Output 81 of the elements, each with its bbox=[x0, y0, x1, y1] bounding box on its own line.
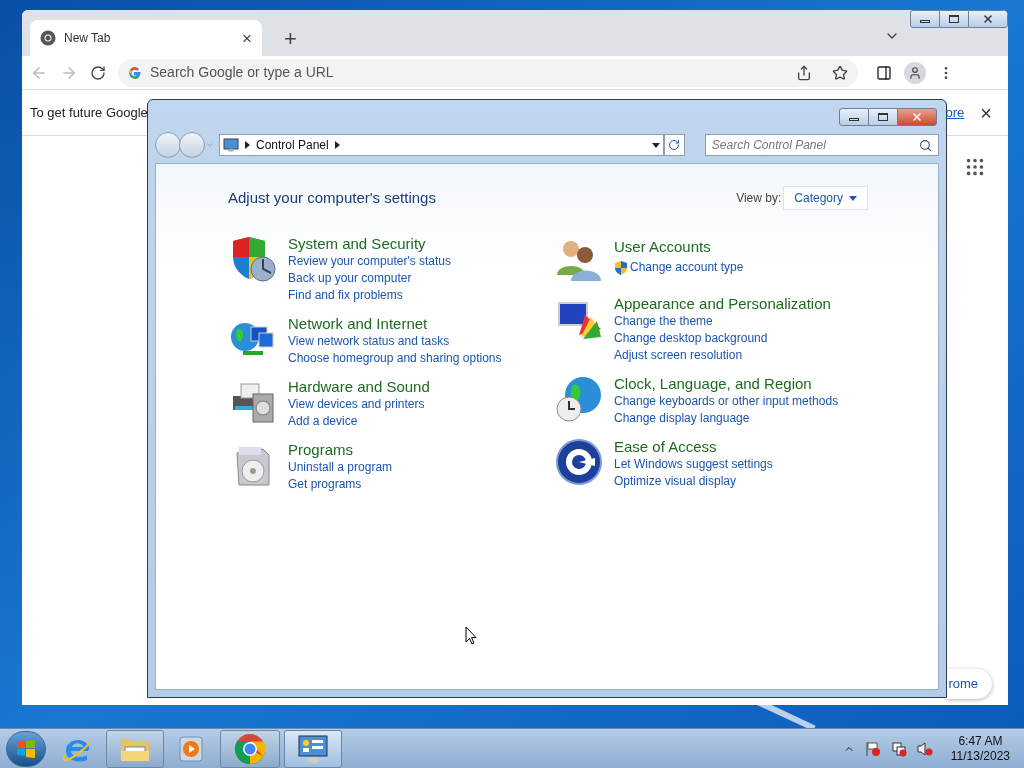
task-link[interactable]: Adjust screen resolution bbox=[614, 347, 743, 364]
minimize-button[interactable] bbox=[910, 10, 940, 28]
windows-logo-icon bbox=[16, 738, 36, 759]
task-link[interactable]: Change desktop background bbox=[614, 330, 768, 347]
maximize-button[interactable] bbox=[940, 10, 968, 28]
new-tab-button[interactable]: + bbox=[284, 28, 297, 50]
task-link[interactable]: Back up your computer bbox=[288, 270, 412, 287]
side-panel-icon[interactable] bbox=[876, 64, 892, 81]
category-title-link[interactable]: Hardware and Sound bbox=[288, 377, 430, 396]
clock[interactable]: 6:47 AM 11/13/2023 bbox=[942, 733, 1018, 764]
minimize-button[interactable] bbox=[839, 108, 869, 126]
apps-grid-icon[interactable] bbox=[964, 156, 986, 178]
task-link[interactable]: Get programs bbox=[288, 476, 362, 493]
task-link[interactable]: Change display language bbox=[614, 410, 750, 427]
task-link[interactable]: Change the theme bbox=[614, 313, 713, 330]
chrome-icon bbox=[234, 732, 266, 765]
omnibox[interactable]: Search Google or type a URL bbox=[118, 58, 858, 87]
customize-chrome-button[interactable]: rome bbox=[946, 669, 992, 699]
google-g-icon bbox=[128, 65, 142, 80]
profile-avatar[interactable] bbox=[904, 61, 926, 84]
info-bar-text: To get future Google bbox=[30, 103, 148, 122]
task-link[interactable]: View devices and printers bbox=[288, 396, 425, 413]
search-input[interactable]: Search Control Panel bbox=[711, 136, 919, 154]
category-title-link[interactable]: Appearance and Personalization bbox=[614, 294, 831, 313]
network-alert-icon[interactable] bbox=[890, 740, 907, 757]
refresh-icon bbox=[668, 139, 681, 151]
close-button[interactable] bbox=[968, 10, 1008, 28]
clock-date: 11/13/2023 bbox=[950, 748, 1010, 764]
close-icon bbox=[982, 13, 994, 25]
task-link[interactable]: Let Windows suggest settings bbox=[614, 456, 773, 473]
task-link[interactable]: Change account type bbox=[630, 259, 744, 276]
maximize-button[interactable] bbox=[869, 108, 897, 126]
clock-time: 6:47 AM bbox=[958, 733, 1003, 749]
reload-icon[interactable] bbox=[90, 64, 106, 81]
shield-icon bbox=[614, 260, 628, 275]
address-bar[interactable]: Control Panel bbox=[219, 134, 664, 156]
search-icon[interactable] bbox=[919, 138, 932, 152]
breadcrumb-item[interactable]: Control Panel bbox=[256, 136, 329, 154]
start-button[interactable] bbox=[6, 730, 46, 767]
task-link[interactable]: Choose homegroup and sharing options bbox=[288, 350, 502, 367]
control-panel-icon bbox=[223, 138, 239, 152]
task-link[interactable]: Optimize visual display bbox=[614, 473, 737, 490]
tab-title: New Tab bbox=[64, 30, 112, 47]
page-heading: Adjust your computer's settings bbox=[228, 187, 436, 208]
view-by-label: View by: bbox=[736, 190, 782, 207]
browser-tab[interactable]: New Tab × bbox=[30, 20, 262, 56]
breadcrumb-arrow-icon[interactable] bbox=[334, 141, 340, 149]
close-icon bbox=[911, 111, 923, 123]
category-title-link[interactable]: Ease of Access bbox=[614, 437, 773, 456]
task-link[interactable]: View network status and tasks bbox=[288, 333, 450, 350]
globe-clock-icon bbox=[555, 375, 603, 423]
search-field[interactable]: Search Control Panel bbox=[704, 134, 939, 156]
category-title-link[interactable]: Clock, Language, and Region bbox=[614, 374, 839, 393]
mouse-cursor-icon bbox=[465, 626, 477, 645]
omnibox-input[interactable]: Search Google or type a URL bbox=[150, 62, 788, 83]
task-link[interactable]: Find and fix problems bbox=[288, 287, 403, 304]
view-by-dropdown[interactable]: Category bbox=[783, 186, 868, 210]
task-link[interactable]: Uninstall a program bbox=[288, 459, 393, 476]
address-dropdown-icon[interactable] bbox=[651, 142, 660, 148]
task-link[interactable]: Review your computer's status bbox=[288, 253, 452, 270]
share-icon[interactable] bbox=[796, 64, 812, 81]
category-title-link[interactable]: Programs bbox=[288, 440, 393, 459]
refresh-button[interactable] bbox=[663, 134, 685, 156]
task-link[interactable]: Add a device bbox=[288, 413, 358, 430]
category-title-link[interactable]: System and Security bbox=[288, 234, 452, 253]
volume-muted-icon[interactable] bbox=[916, 740, 933, 757]
info-bar-close-button[interactable]: × bbox=[980, 102, 992, 123]
media-player-icon bbox=[178, 734, 206, 763]
tab-close-button[interactable]: × bbox=[242, 29, 252, 47]
bookmark-star-icon[interactable] bbox=[832, 64, 848, 81]
category-title-link[interactable]: User Accounts bbox=[614, 237, 744, 256]
flag-alert-icon[interactable] bbox=[864, 740, 881, 757]
breadcrumb-arrow-icon[interactable] bbox=[245, 141, 250, 149]
chrome-icon bbox=[40, 30, 56, 46]
category-title-link[interactable]: Network and Internet bbox=[288, 314, 502, 333]
accessibility-icon bbox=[555, 438, 603, 486]
control-panel-icon bbox=[297, 733, 329, 764]
taskbar-app-button[interactable] bbox=[284, 729, 342, 768]
taskbar-app-button[interactable] bbox=[220, 729, 280, 768]
task-link[interactable]: Change keyboards or other input methods bbox=[614, 393, 839, 410]
taskbar-app-button[interactable] bbox=[106, 729, 164, 768]
